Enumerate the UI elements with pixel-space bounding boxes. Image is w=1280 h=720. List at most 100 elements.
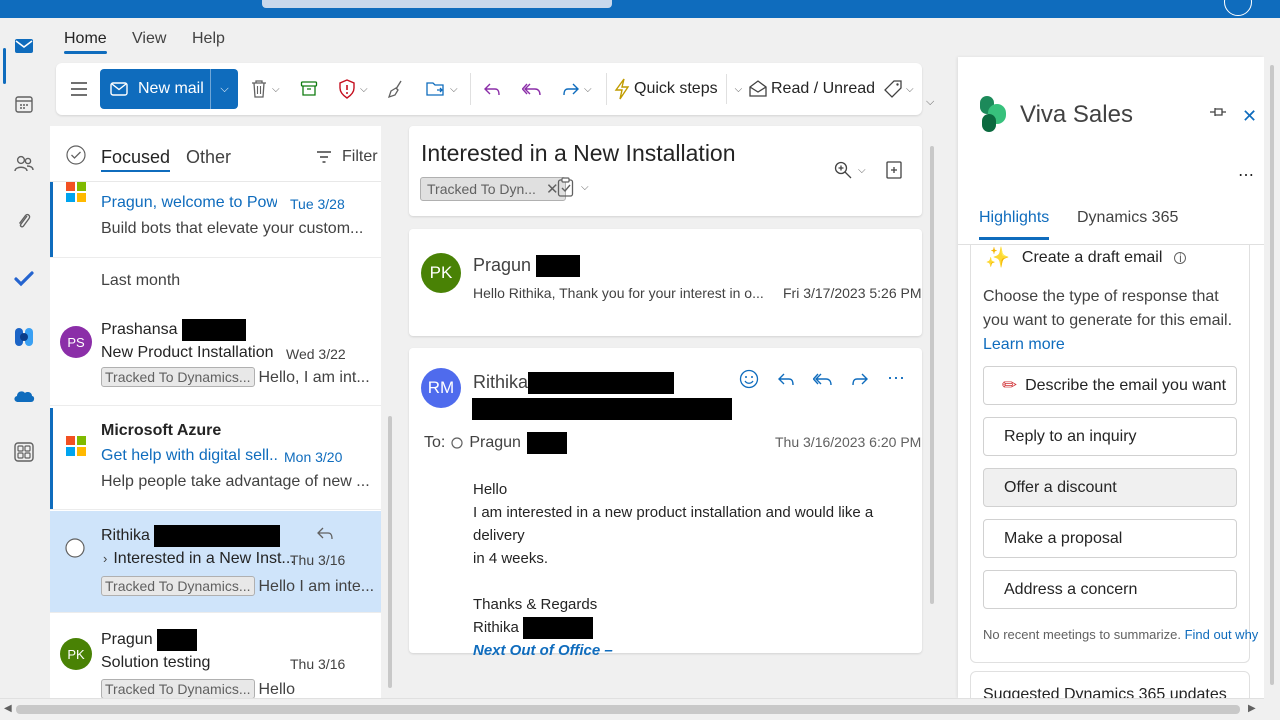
suggested-updates-card[interactable]: Suggested Dynamics 365 updates (970, 671, 1250, 698)
window-horizontal-scrollbar[interactable]: ◀ ▶ (0, 698, 1264, 720)
scroll-thumb[interactable] (16, 705, 1240, 714)
sender-name: Rithika (473, 372, 529, 392)
read-unread-label: Read / Unread (771, 80, 876, 97)
list-item[interactable]: PK Pragun Solution testing Thu 3/16 Trac… (50, 615, 381, 698)
todo-icon[interactable] (8, 263, 40, 295)
tracking-button[interactable]: ⌵ (557, 177, 589, 197)
ribbon-expand-chevron[interactable]: ⌵ (926, 96, 934, 109)
find-out-why-link[interactable]: Find out why (1185, 627, 1259, 642)
offer-discount-button[interactable]: Offer a discount (983, 468, 1237, 507)
tag-button[interactable]: ⌵ (884, 71, 914, 107)
sender: Rithika (101, 525, 281, 547)
paperclip-icon[interactable] (8, 205, 40, 237)
redacted-block (154, 525, 281, 547)
list-scrollbar[interactable] (388, 416, 392, 688)
list-item[interactable]: Microsoft Azure Get help with digital se… (50, 408, 381, 510)
reply-inquiry-button[interactable]: Reply to an inquiry (983, 417, 1237, 456)
window-vertical-scrollbar[interactable] (1264, 57, 1280, 720)
mail-icon[interactable] (8, 30, 40, 62)
avatar: PK (60, 638, 92, 670)
more-options-icon[interactable]: ⋯ (887, 368, 906, 389)
sender-name: Rithika (101, 527, 150, 545)
address-concern-button[interactable]: Address a concern (983, 570, 1237, 609)
read-unread-button[interactable]: Read / Unread (749, 71, 875, 107)
date: Thu 3/16 (290, 552, 346, 568)
tab-highlights[interactable]: Highlights (979, 209, 1050, 240)
sender: Rithika (473, 372, 675, 395)
new-mail-button[interactable]: New mail ⌵ (100, 69, 238, 109)
tab-other[interactable]: Other (186, 147, 231, 168)
delete-button[interactable]: ⌵ (250, 71, 280, 107)
collapsed-message[interactable]: PK Pragun Hello Rithika, Thank you for y… (409, 229, 922, 336)
info-icon[interactable]: i (1174, 251, 1187, 265)
ooo-link[interactable]: Next Out of Office – (473, 639, 922, 662)
chevron-right-icon[interactable]: › (103, 551, 107, 566)
tracked-tag: Tracked To Dynamics... (101, 679, 255, 698)
forward-icon[interactable] (851, 371, 869, 387)
preview-text: Hello, I am int... (258, 369, 370, 386)
quick-steps-button[interactable]: Quick steps ⌵ (614, 71, 742, 107)
recipient-name[interactable]: Pragun (469, 434, 521, 452)
ribbon-tabs: Home View Help (48, 18, 938, 58)
open-in-new-window-icon[interactable] (886, 161, 902, 184)
signature-name: Rithika (473, 616, 922, 640)
open-envelope-icon (749, 80, 767, 97)
sender-name: Pragun (473, 255, 532, 275)
body-line: I am interested in a new product install… (473, 504, 874, 544)
sweep-icon[interactable] (386, 71, 406, 107)
reply-icon[interactable] (777, 371, 795, 387)
tab-focused[interactable]: Focused (101, 147, 171, 172)
scroll-left-icon[interactable]: ◀ (4, 703, 12, 714)
more-options-icon[interactable]: ⋯ (1238, 165, 1255, 185)
learn-more-link[interactable]: Learn more (983, 336, 1065, 353)
tab-help[interactable]: Help (192, 30, 225, 48)
reading-scrollbar[interactable] (930, 146, 934, 604)
move-to-button[interactable]: ⌵ (426, 71, 458, 107)
date: Fri 3/17/2023 5:26 PM (783, 285, 922, 301)
archive-icon[interactable] (300, 71, 318, 107)
make-proposal-button[interactable]: Make a proposal (983, 519, 1237, 558)
select-all-checkbox[interactable] (66, 145, 86, 170)
more-apps-icon[interactable] (8, 436, 40, 468)
calendar-icon[interactable] (8, 88, 40, 120)
new-mail-dropdown[interactable]: ⌵ (210, 69, 238, 109)
list-item[interactable]: PS Prashansa New Product Installation ..… (50, 303, 381, 406)
forward-button[interactable]: ⌵ (562, 71, 592, 107)
pin-icon[interactable] (1209, 105, 1227, 124)
filter-button[interactable]: Filter (316, 148, 378, 166)
list-item[interactable]: Rithika › Interested in a New Inst... Thu… (50, 511, 381, 613)
menu-icon[interactable] (70, 71, 88, 107)
people-icon[interactable] (8, 147, 40, 179)
divider (470, 73, 471, 105)
reply-icon[interactable] (483, 71, 501, 107)
report-button[interactable]: ⌵ (338, 71, 368, 107)
describe-email-button[interactable]: ✏ Describe the email you want (983, 366, 1237, 405)
draft-email-card: ✨ Create a draft email i Choose the type… (970, 245, 1258, 663)
to-label: To: (424, 434, 446, 451)
select-radio[interactable] (65, 538, 85, 563)
smiley-icon[interactable] (739, 369, 759, 389)
email-subject: Interested in a New Installation (421, 140, 736, 166)
date: Wed 3/22 (286, 346, 346, 362)
chevron-down-icon: ⌵ (220, 82, 229, 95)
close-icon[interactable]: ✕ (1242, 106, 1257, 127)
viva-apps-icon[interactable] (8, 321, 40, 353)
scroll-right-icon[interactable]: ▶ (1248, 703, 1256, 714)
tab-home[interactable]: Home (64, 30, 107, 54)
tab-view[interactable]: View (132, 30, 166, 48)
message-list: Focused Other Filter Microsoft Power Pla… (50, 126, 381, 698)
zoom-button[interactable]: ⌵ (834, 161, 866, 179)
expanded-message: RM Rithika ⋯ To: Pragun Thu 3/16/2023 6:… (409, 348, 922, 659)
onedrive-icon[interactable] (8, 380, 40, 412)
section-header: Last month (101, 272, 181, 289)
redacted-block (472, 398, 732, 420)
panel-title: Viva Sales (1020, 101, 1133, 128)
tab-dynamics-365[interactable]: Dynamics 365 (1077, 209, 1178, 227)
draft-title: Create a draft email (1021, 248, 1163, 266)
search-box[interactable] (262, 0, 612, 8)
redacted-block (523, 617, 594, 640)
reply-all-icon[interactable] (522, 71, 542, 107)
reply-all-icon[interactable] (813, 371, 833, 387)
body-line: Thanks & Regards (473, 596, 598, 613)
rail-active-indicator (3, 48, 6, 84)
